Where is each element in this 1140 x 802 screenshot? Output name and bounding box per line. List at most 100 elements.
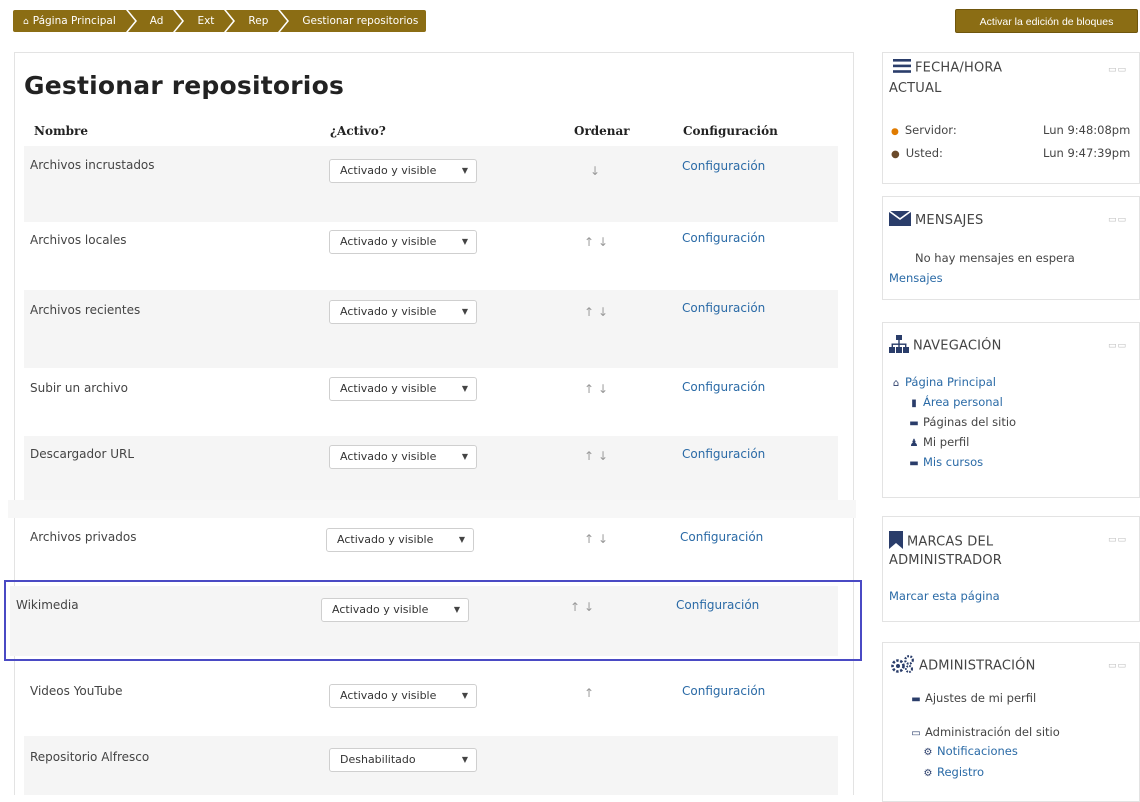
config-link[interactable]: Configuración (682, 447, 765, 461)
sitemap-icon (889, 335, 909, 357)
table-row: Archivos locales Activado y visible ▼ ↑↓ … (24, 222, 838, 290)
config-link[interactable]: Configuración (682, 159, 765, 173)
reorder-arrows-icon[interactable]: ↑↓ (584, 235, 612, 249)
server-time: Lun 9:48:08pm (1043, 123, 1131, 137)
reorder-arrows-icon[interactable]: ↑↓ (584, 382, 612, 396)
admin-notifications-link[interactable]: ⚙ Notificaciones (923, 744, 1018, 758)
status-select[interactable]: Activado y visible ▼ (321, 598, 469, 622)
config-link[interactable]: Configuración (682, 231, 765, 245)
repository-name: Archivos locales (30, 233, 127, 247)
status-select[interactable]: Activado y visible ▼ (329, 230, 477, 254)
config-link[interactable]: Configuración (682, 684, 765, 698)
config-link[interactable]: Configuración (680, 530, 763, 544)
messages-link[interactable]: Mensajes (889, 271, 943, 285)
column-header-active: ¿Activo? (330, 124, 386, 138)
server-icon: ● (891, 127, 899, 137)
block-controls-icon[interactable]: ▭▭ (1108, 661, 1127, 671)
admin-profile-settings[interactable]: ▬ Ajustes de mi perfil (911, 691, 1036, 705)
user-icon: ♟ (909, 438, 919, 449)
nav-profile-link[interactable]: ♟ Mi perfil (909, 435, 970, 449)
table-row: Archivos incrustados Activado y visible ▼… (24, 146, 838, 222)
column-header-config: Configuración (683, 124, 778, 138)
repository-name: Descargador URL (30, 447, 135, 461)
repository-name: Archivos recientes (30, 303, 141, 317)
folder-icon: ▬ (909, 418, 919, 429)
datetime-block: FECHA/HORA ACTUAL ▭▭ ● Servidor: Lun 9:48… (882, 52, 1140, 184)
server-label: ● Servidor: (891, 123, 957, 137)
move-up-icon[interactable]: ↑ (584, 686, 598, 700)
status-select[interactable]: Deshabilitado ▼ (329, 748, 477, 772)
nav-courses[interactable]: ▬ Mis cursos (909, 455, 983, 469)
breadcrumb-current[interactable]: Gestionar repositorios (280, 10, 427, 32)
admin-registry-link[interactable]: ⚙ Registro (923, 765, 985, 779)
breadcrumb-home[interactable]: ⌂ Página Principal (13, 10, 137, 32)
column-header-name: Nombre (34, 124, 89, 138)
datetime-block-title: FECHA/HORA (893, 59, 1002, 77)
table-row: Subir un archivo Activado y visible ▼ ↑↓ … (24, 368, 838, 436)
repository-name: Repositorio Alfresco (30, 750, 150, 764)
chevron-down-icon: ▼ (453, 605, 460, 614)
block-controls-icon[interactable]: ▭▭ (1108, 65, 1127, 75)
reorder-arrows-icon[interactable]: ↑↓ (570, 600, 598, 614)
table-row: Videos YouTube Activado y visible ▼ ↑ Con… (24, 672, 838, 736)
table-row: Archivos recientes Activado y visible ▼ ↑… (24, 290, 838, 368)
status-select[interactable]: Activado y visible ▼ (329, 684, 477, 708)
folder-icon: ▬ (909, 458, 919, 469)
chevron-down-icon: ▼ (461, 755, 468, 764)
status-select[interactable]: Activado y visible ▼ (329, 159, 477, 183)
bookmark-page-link[interactable]: Marcar esta página (889, 589, 1000, 603)
gear-icon: ⚙ (923, 768, 933, 779)
block-controls-icon[interactable]: ▭▭ (1108, 535, 1127, 545)
home-icon: ⌂ (892, 378, 900, 389)
table-row: Wikimedia Activado y visible ▼ ↑↓ Configu… (10, 586, 838, 656)
block-controls-icon[interactable]: ▭▭ (1108, 341, 1127, 351)
reorder-arrows-icon[interactable]: ↑↓ (584, 305, 612, 319)
folder-open-icon: ▭ (911, 728, 921, 739)
no-messages-text: No hay mensajes en espera (915, 251, 1075, 265)
chevron-down-icon: ▼ (461, 384, 468, 393)
bookmarks-block-title: MARCAS DEL (889, 531, 993, 553)
page-title: Gestionar repositorios (24, 71, 345, 100)
table-row: Archivos privados Activado y visible ▼ ↑↓… (24, 518, 838, 580)
repository-name: Videos YouTube (30, 684, 123, 698)
table-divider (8, 500, 856, 518)
nav-home-link[interactable]: ⌂ Página Principal (891, 375, 996, 389)
reorder-arrows-icon[interactable]: ↑↓ (584, 532, 612, 546)
config-link[interactable]: Configuración (682, 380, 765, 394)
config-link[interactable]: Configuración (682, 301, 765, 315)
chevron-down-icon: ▼ (461, 237, 468, 246)
navigation-block: NAVEGACIÓN ▭▭ ⌂ Página Principal ▮ Área pe… (882, 322, 1140, 498)
admin-block-title: ADMINISTRACIÓN (891, 655, 1036, 677)
block-controls-icon[interactable]: ▭▭ (1108, 215, 1127, 225)
move-down-icon[interactable]: ↓ (590, 164, 604, 178)
repository-name: Archivos incrustados (30, 158, 155, 172)
bookmark-icon (889, 531, 903, 553)
gears-icon (891, 655, 915, 677)
table-row: Repositorio Alfresco Deshabilitado ▼ (24, 736, 838, 795)
status-select[interactable]: Activado y visible ▼ (329, 445, 477, 469)
edit-blocks-button[interactable]: Activar la edición de bloques (955, 9, 1138, 33)
status-select[interactable]: Activado y visible ▼ (329, 300, 477, 324)
bookmarks-block-title-line2: ADMINISTRADOR (889, 553, 1002, 568)
status-select[interactable]: Activado y visible ▼ (326, 528, 474, 552)
status-select[interactable]: Activado y visible ▼ (329, 377, 477, 401)
menu-icon (893, 59, 911, 77)
nav-dashboard-link[interactable]: ▮ Área personal (909, 395, 1003, 409)
admin-block: ADMINISTRACIÓN ▭▭ ▬ Ajustes de mi perfil … (882, 642, 1140, 802)
folder-icon: ▬ (911, 694, 921, 705)
reorder-arrows-icon[interactable]: ↑↓ (584, 449, 612, 463)
chevron-down-icon: ▼ (461, 452, 468, 461)
repository-name: Archivos privados (30, 530, 137, 544)
home-icon: ⌂ (23, 17, 29, 27)
config-link[interactable]: Configuración (676, 598, 759, 612)
user-label: ● Usted: (891, 146, 943, 160)
file-icon: ▮ (911, 398, 917, 409)
messages-block: MENSAJES ▭▭ No hay mensajes en espera Me… (882, 196, 1140, 300)
admin-site-administration[interactable]: ▭ Administración del sitio (911, 725, 1060, 739)
user-time: Lun 9:47:39pm (1043, 146, 1131, 160)
messages-block-title: MENSAJES (888, 210, 983, 230)
chevron-down-icon: ▼ (461, 307, 468, 316)
chevron-down-icon: ▼ (461, 691, 468, 700)
nav-site-pages[interactable]: ▬ Páginas del sitio (909, 415, 1016, 429)
column-header-order: Ordenar (574, 124, 630, 138)
